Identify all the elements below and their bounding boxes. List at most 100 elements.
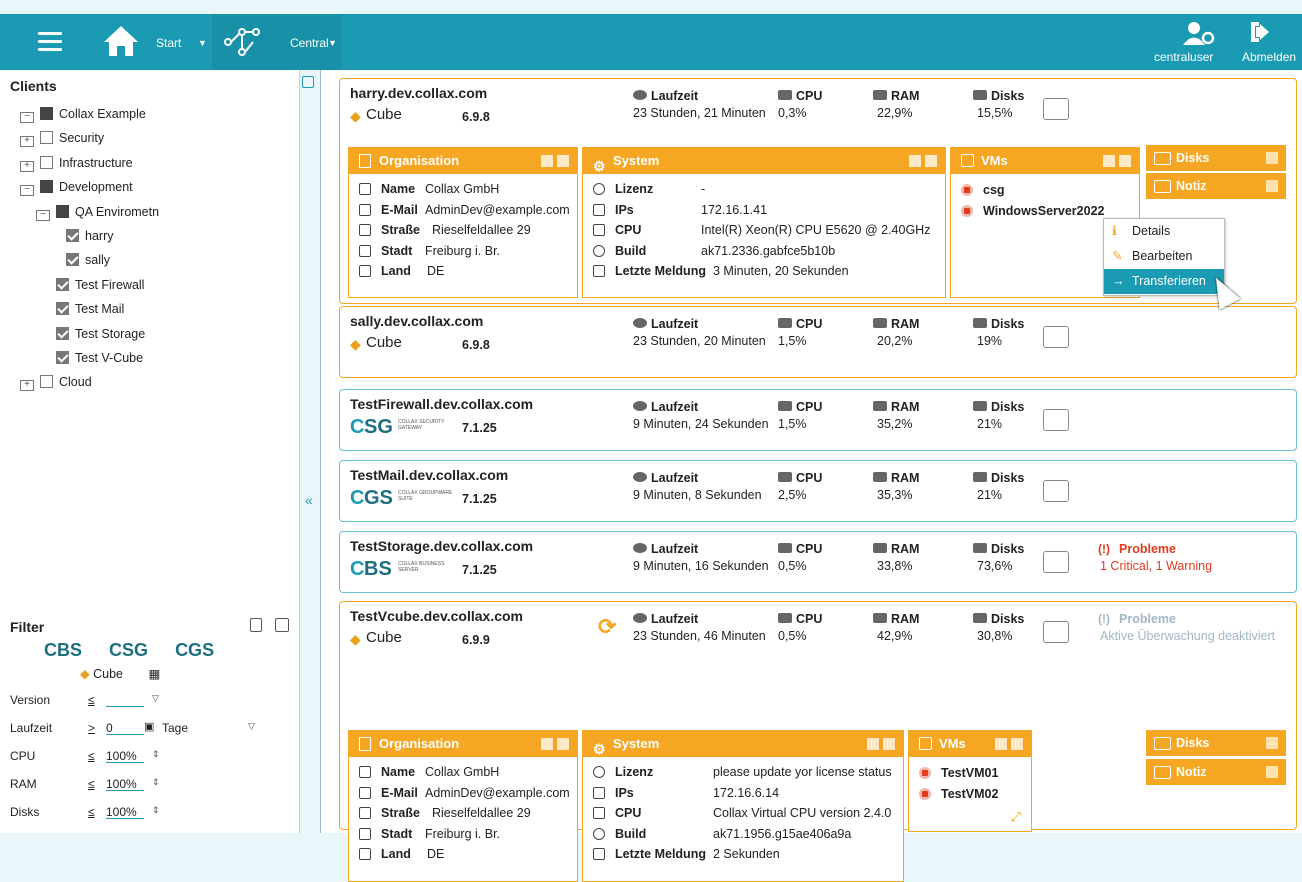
collapse-panel-icon[interactable] xyxy=(302,76,314,88)
expand-icon[interactable] xyxy=(541,155,553,167)
dropdown-icon[interactable]: ▽ xyxy=(152,693,159,704)
tree-checkbox[interactable] xyxy=(56,302,69,316)
vm-row[interactable]: csg xyxy=(951,180,1139,201)
collapse-icon[interactable]: − xyxy=(20,112,34,123)
chevron-down-icon[interactable]: ▼ xyxy=(328,38,337,48)
refresh-icon[interactable]: ⟳ xyxy=(598,614,616,640)
tree-checkbox[interactable] xyxy=(40,180,53,194)
note-icon[interactable] xyxy=(1043,326,1069,348)
filter-product-logos[interactable]: CBS CSG CGS xyxy=(44,640,214,661)
filter-operator[interactable]: > xyxy=(88,721,95,735)
filter-operator[interactable]: ≤ xyxy=(88,749,95,763)
expand-icon[interactable] xyxy=(1103,155,1115,167)
note-icon[interactable] xyxy=(1043,551,1069,573)
filter-operator[interactable]: ≤ xyxy=(88,777,95,791)
disks-button[interactable]: Disks xyxy=(1146,145,1286,171)
user-settings-icon[interactable] xyxy=(1182,20,1216,46)
note-icon[interactable] xyxy=(1043,480,1069,502)
username[interactable]: centraluser xyxy=(1154,50,1213,64)
host-name[interactable]: sally.dev.collax.com xyxy=(350,313,483,329)
tree-item[interactable]: + Security xyxy=(20,126,290,150)
expand-icon[interactable]: + xyxy=(20,136,34,148)
expand-icon[interactable]: + xyxy=(20,380,34,392)
tree-item[interactable]: Test Mail xyxy=(20,297,290,321)
expand-icon[interactable] xyxy=(909,155,921,167)
collapse-icon[interactable]: − xyxy=(36,209,50,221)
tree-checkbox[interactable] xyxy=(56,204,69,218)
logout-link[interactable]: Abmelden xyxy=(1242,50,1296,64)
tree-item[interactable]: − Development xyxy=(20,175,290,199)
tree-item[interactable]: sally xyxy=(20,248,290,272)
host-name[interactable]: TestVcube.dev.collax.com xyxy=(350,608,523,624)
filter-value-input[interactable]: 100% xyxy=(106,777,144,791)
next-icon[interactable] xyxy=(557,155,569,167)
filter-value-input[interactable]: 100% xyxy=(106,749,144,763)
tree-item[interactable]: Test Firewall xyxy=(20,273,290,297)
tree-checkbox[interactable] xyxy=(40,155,53,169)
host-card[interactable]: TestStorage.dev.collax.com C BS COLLAX BUSI… xyxy=(339,531,1297,593)
tree-item[interactable]: Test Storage xyxy=(20,322,290,346)
next-icon[interactable] xyxy=(1011,738,1023,750)
dropdown-icon[interactable]: ▽ xyxy=(248,721,255,732)
splitter[interactable]: « xyxy=(300,70,320,833)
stepper-icon[interactable]: ⇕ xyxy=(152,805,160,816)
tree-item[interactable]: − Collax Example xyxy=(20,102,290,126)
stepper-icon[interactable]: ⇕ xyxy=(152,749,160,760)
host-card[interactable]: TestVcube.dev.collax.com ◆ Cube 6.9.9 Laufze… xyxy=(339,601,1297,882)
filter-operator[interactable]: ≤ xyxy=(88,805,95,819)
collapse-sidebar-icon[interactable]: « xyxy=(305,492,313,508)
tree-item[interactable]: + Infrastructure xyxy=(20,151,290,175)
expand-icon[interactable] xyxy=(541,738,553,750)
note-button[interactable]: Notiz xyxy=(1146,173,1286,199)
tree-item[interactable]: harry xyxy=(20,224,290,248)
expand-arrow-icon[interactable]: ⤢ xyxy=(1011,809,1021,825)
context-menu-item-details[interactable]: ℹ Details xyxy=(1104,219,1224,244)
expand-icon[interactable]: + xyxy=(20,160,34,172)
vm-name[interactable]: TestVM02 xyxy=(941,784,998,804)
host-name[interactable]: TestMail.dev.collax.com xyxy=(350,467,508,483)
host-name[interactable]: TestFirewall.dev.collax.com xyxy=(350,396,533,412)
nav-start[interactable]: Start xyxy=(156,36,181,50)
tree-item[interactable]: Test V-Cube xyxy=(20,346,290,370)
stepper-icon[interactable]: ⇕ xyxy=(152,777,160,788)
expand-icon[interactable] xyxy=(867,738,879,750)
disks-button[interactable]: Disks xyxy=(1146,730,1286,756)
next-icon[interactable] xyxy=(557,738,569,750)
vm-name[interactable]: WindowsServer2022 xyxy=(983,201,1104,221)
context-menu-item-transferieren[interactable]: → Transferieren xyxy=(1104,269,1224,294)
logout-icon[interactable] xyxy=(1248,20,1272,44)
tree-checkbox[interactable] xyxy=(40,131,53,145)
next-icon[interactable] xyxy=(1119,155,1131,167)
host-card[interactable]: sally.dev.collax.com ◆ Cube 6.9.8 Laufzeit 23… xyxy=(339,306,1297,378)
vm-name[interactable]: TestVM01 xyxy=(941,763,998,783)
chevron-down-icon[interactable]: ▼ xyxy=(198,38,207,48)
note-icon[interactable] xyxy=(1043,409,1069,431)
note-button[interactable]: Notiz xyxy=(1146,759,1286,785)
tree-item[interactable]: + Cloud xyxy=(20,370,290,394)
host-card[interactable]: TestFirewall.dev.collax.com C SG COLLAX SEC… xyxy=(339,389,1297,451)
tree-checkbox[interactable] xyxy=(66,253,79,267)
home-icon[interactable] xyxy=(102,24,140,58)
logo-csg[interactable]: CSG xyxy=(109,640,148,660)
save-filter-icon[interactable] xyxy=(275,618,289,632)
next-icon[interactable] xyxy=(925,155,937,167)
note-icon[interactable] xyxy=(1043,621,1069,643)
tree-checkbox[interactable] xyxy=(56,277,69,291)
vm-row[interactable]: TestVM01 xyxy=(909,763,1031,784)
expand-icon[interactable] xyxy=(995,738,1007,750)
host-name[interactable]: TestStorage.dev.collax.com xyxy=(350,538,533,554)
reset-filter-icon[interactable] xyxy=(250,618,262,632)
tree-checkbox[interactable] xyxy=(66,228,79,242)
vm-row[interactable]: TestVM02 xyxy=(909,784,1031,805)
tree-checkbox[interactable] xyxy=(56,326,69,340)
next-icon[interactable] xyxy=(883,738,895,750)
host-card[interactable]: TestMail.dev.collax.com C GS COLLAX GROUPWA… xyxy=(339,460,1297,522)
logo-cgs[interactable]: CGS xyxy=(175,640,214,660)
windows-icon[interactable]: ▦ xyxy=(148,667,160,681)
note-icon[interactable] xyxy=(1043,98,1069,120)
logo-cube-filter[interactable]: ◆ Cube ▦ xyxy=(80,666,160,681)
filter-value-input[interactable]: 100% xyxy=(106,805,144,819)
menu-icon[interactable] xyxy=(38,32,62,52)
nav-central[interactable]: Central ▼ xyxy=(212,14,342,70)
filter-value-input[interactable] xyxy=(106,693,144,707)
